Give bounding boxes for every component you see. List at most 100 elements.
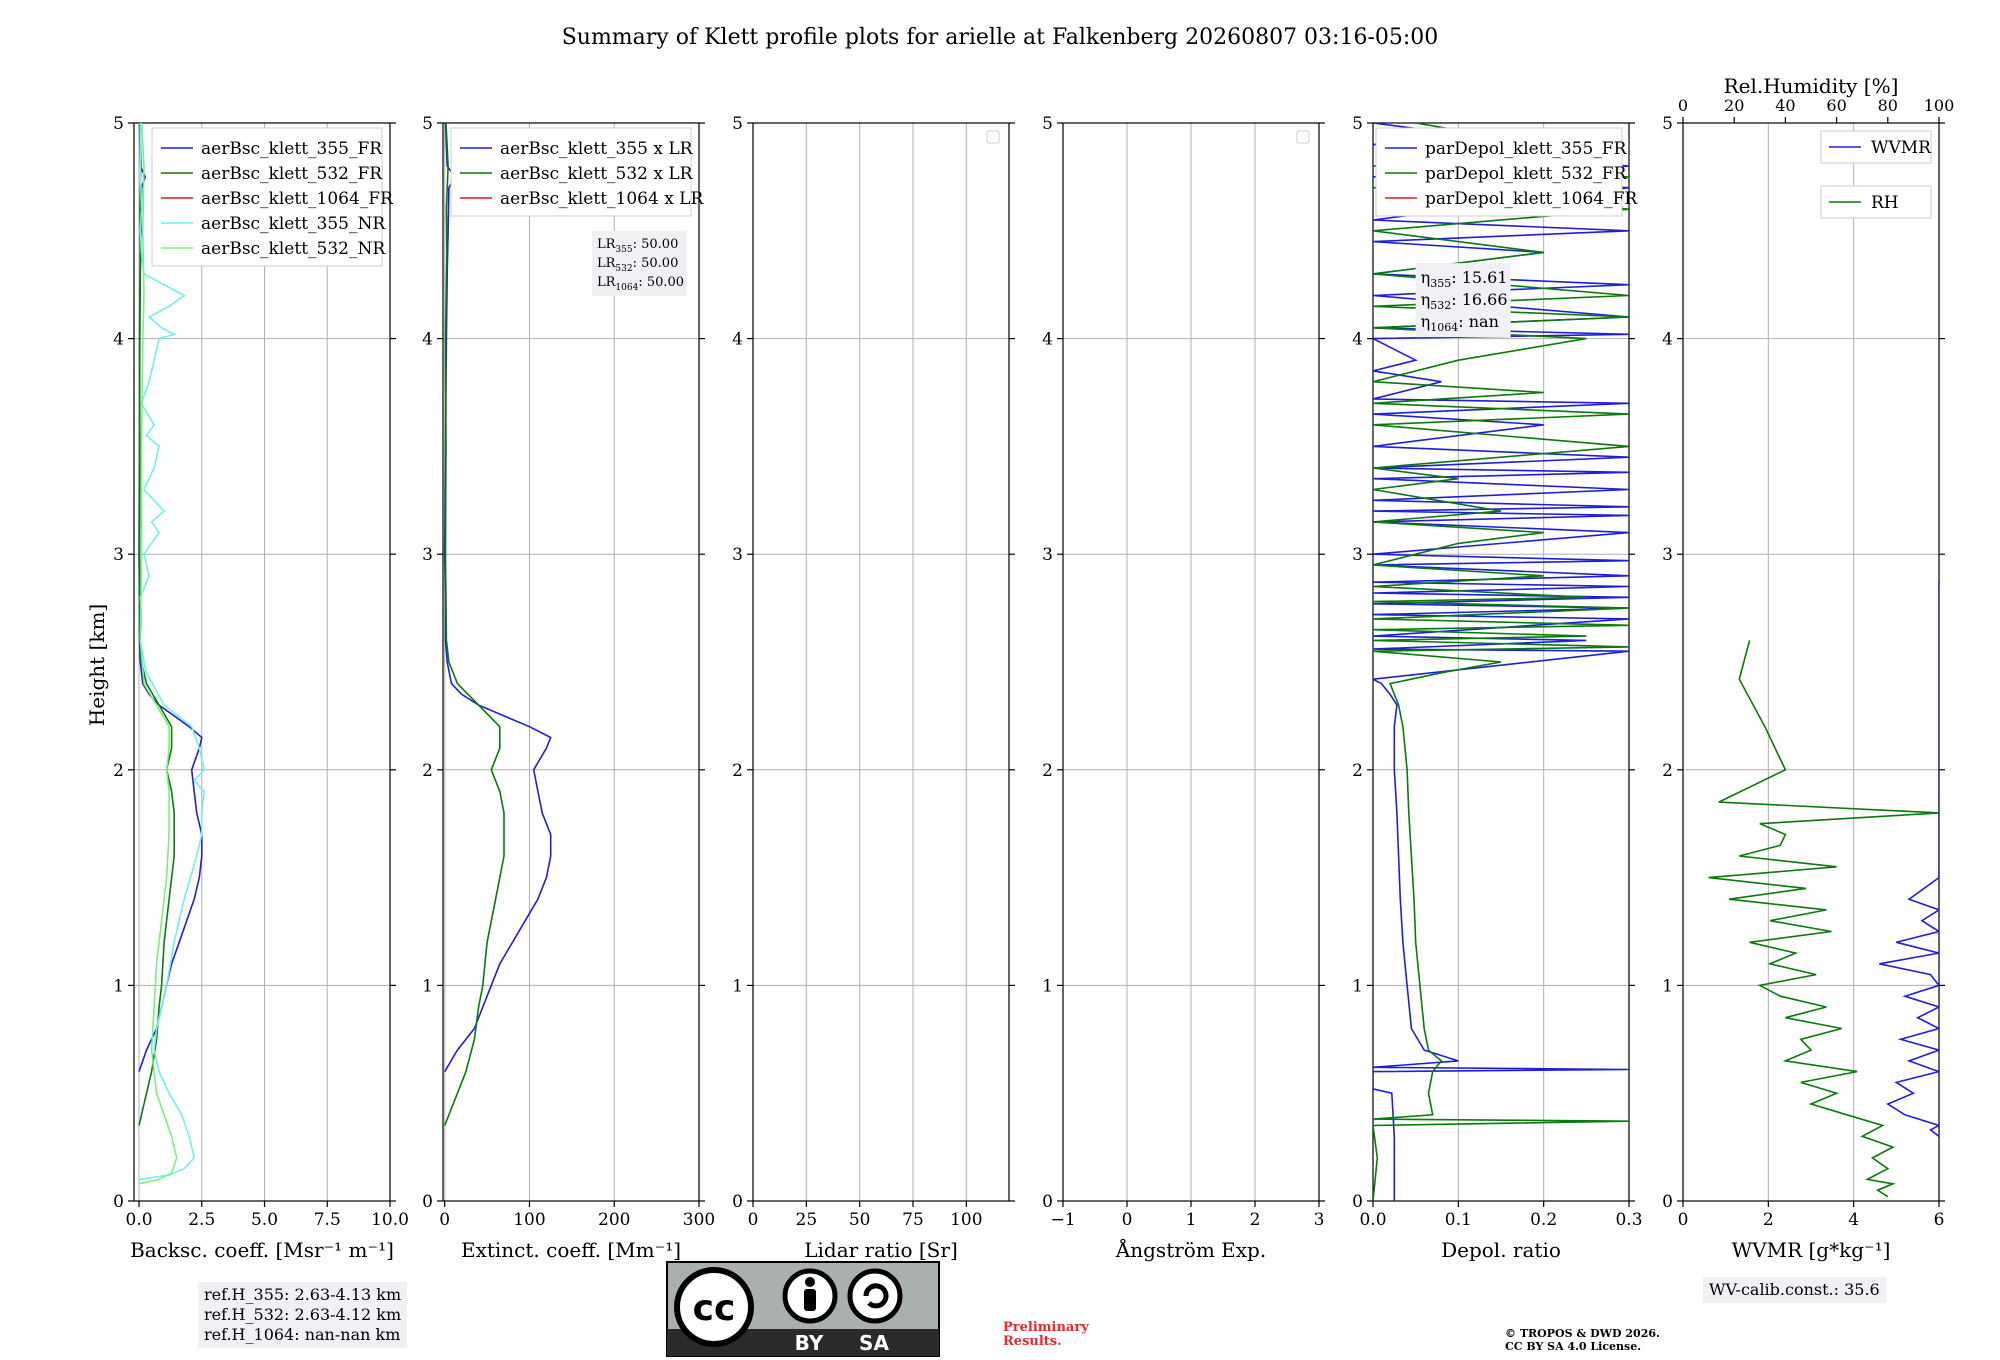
by-icon-body <box>804 1289 816 1311</box>
y-axis-label: Height [km] <box>85 604 109 726</box>
x-axis-label: Lidar ratio [Sr] <box>804 1238 958 1262</box>
plot-frame <box>133 122 391 1202</box>
x-tick-label: 0.3 <box>1615 1210 1642 1230</box>
copyright-note: © TROPOS & DWD 2026. CC BY SA 4.0 Licens… <box>1505 1327 1660 1353</box>
x-tick-label: 10.0 <box>371 1210 409 1230</box>
y-tick-label: 5 <box>1352 114 1363 134</box>
y-tick-label: 0 <box>422 1192 433 1212</box>
x-axis-label: Depol. ratio <box>1441 1238 1561 1262</box>
y-tick-label: 3 <box>422 545 433 565</box>
y-tick-label: 0 <box>732 1192 743 1212</box>
y-tick-label: 3 <box>113 545 124 565</box>
y-tick-label: 3 <box>1662 545 1673 565</box>
x-tick-label: 6 <box>1934 1210 1945 1230</box>
x-tick-label: 0.1 <box>1445 1210 1472 1230</box>
y-tick-label: 1 <box>422 976 433 996</box>
panel-lidar-ratio: 0 25 50 75 100 0 1 2 3 4 5 Lidar ratio [Sr] <box>732 114 1015 1262</box>
reference-heights-box: ref.H_355: 2.63-4.13 km ref.H_532: 2.63-… <box>198 1282 408 1348</box>
x-tick-label: 300 <box>683 1210 715 1230</box>
legend-label: aerBsc_klett_355_FR <box>201 139 383 159</box>
x-tick-label: 100 <box>513 1210 545 1230</box>
series-line-RH <box>1708 640 1939 1198</box>
y-tick-label: 1 <box>1662 976 1673 996</box>
series-line-WVMR <box>1879 580 1939 1137</box>
legend-label: aerBsc_klett_532_NR <box>201 239 386 259</box>
top-x-tick-label: 80 <box>1878 96 1898 115</box>
y-tick-label: 5 <box>732 114 743 134</box>
y-tick-label: 4 <box>113 330 124 350</box>
preliminary-line-2: Results. <box>1003 1334 1062 1349</box>
y-tick-label: 2 <box>113 761 124 781</box>
x-tick-label: 0.2 <box>1530 1210 1557 1230</box>
x-tick-label: −1 <box>1050 1210 1075 1230</box>
x-tick-label: 4 <box>1848 1210 1859 1230</box>
y-tick-label: 1 <box>732 976 743 996</box>
x-tick-label: 100 <box>950 1210 982 1230</box>
x-axis-label: WVMR [g*kg⁻¹] <box>1732 1238 1891 1262</box>
y-tick-label: 4 <box>1042 330 1053 350</box>
by-icon-head <box>805 1277 815 1287</box>
y-tick-label: 5 <box>113 114 124 134</box>
panel-water-vapor: 0 2 4 6012345WVMR [g*kg⁻¹]0 20 40 60 80 100Rel.H… <box>1662 74 1954 1262</box>
x-tick-label: 0.0 <box>1359 1210 1386 1230</box>
legend-label: aerBsc_klett_532_FR <box>201 164 383 184</box>
panel-backscatter: 0.0 2.5 5.0 7.5 10.0 0 1 2 3 4 5 Backsc. coeff. [Ms… <box>113 114 409 1262</box>
y-tick-label: 4 <box>1662 330 1673 350</box>
legend-label: parDepol_klett_532_FR <box>1425 164 1628 184</box>
y-tick-label: 3 <box>1352 545 1363 565</box>
x-tick-label: 0 <box>1122 1210 1133 1230</box>
klett-summary-figure: Summary of Klett profile plots for ariel… <box>85 25 1954 1357</box>
ref-height-1064: ref.H_1064: nan-nan km <box>204 1325 401 1344</box>
y-tick-label: 3 <box>1042 545 1053 565</box>
series-line-aerBsc_klett_355_NR <box>138 123 206 1181</box>
cc-by-sa-badge: cc BY SA <box>666 1261 940 1357</box>
legend-label: aerBsc_klett_532 x LR <box>500 164 694 184</box>
top-x-tick-label: 0 <box>1678 96 1688 115</box>
y-tick-label: 5 <box>1042 114 1053 134</box>
top-x-tick-label: 60 <box>1826 96 1846 115</box>
wv-calibration-box: WV-calib.const.: 35.6 <box>1703 1277 1886 1303</box>
x-tick-label: 0 <box>439 1210 450 1230</box>
y-tick-label: 1 <box>113 976 124 996</box>
plot-frame <box>752 122 1010 1202</box>
copyright-line-1: © TROPOS & DWD 2026. <box>1505 1327 1660 1340</box>
y-tick-label: 0 <box>1662 1192 1673 1212</box>
legend-label: aerBsc_klett_355_NR <box>201 214 386 234</box>
top-x-tick-label: 20 <box>1724 96 1744 115</box>
x-tick-label: 7.5 <box>314 1210 341 1230</box>
legend-label: WVMR <box>1871 138 1932 158</box>
panel-extinction: 0 100 200 300 0 1 2 3 4 5 Extinct. coeff. [Mm⁻¹] ae… <box>422 114 715 1262</box>
y-tick-label: 4 <box>732 330 743 350</box>
legend-label: RH <box>1871 193 1899 213</box>
preliminary-results-note: Preliminary Results. <box>1003 1321 1089 1349</box>
panel-depolarization: 0.0 0.1 0.2 0.3 0 1 2 3 4 5 Depol. ratio parDepol_k… <box>1352 114 1642 1262</box>
y-tick-label: 2 <box>1662 761 1673 781</box>
x-tick-label: 3 <box>1314 1210 1325 1230</box>
x-tick-label: 25 <box>796 1210 818 1230</box>
x-tick-label: 0 <box>748 1210 759 1230</box>
top-x-tick-label: 40 <box>1775 96 1795 115</box>
x-axis-label: Ångström Exp. <box>1115 1237 1266 1262</box>
legend-label: aerBsc_klett_355 x LR <box>500 139 694 159</box>
series-line-aerBsc_klett_355 x LR <box>443 123 552 1073</box>
y-tick-label: 1 <box>1042 976 1053 996</box>
y-tick-label: 4 <box>422 330 433 350</box>
y-tick-label: 0 <box>1352 1192 1363 1212</box>
y-tick-label: 2 <box>422 761 433 781</box>
cc-icon-letters: cc <box>693 1288 736 1329</box>
panel-angstrom: −1 0 1 2 3012345Ångström Exp. <box>1042 114 1325 1262</box>
x-tick-label: 2 <box>1763 1210 1774 1230</box>
empty-legend-box <box>1296 130 1310 144</box>
y-tick-label: 5 <box>1662 114 1673 134</box>
series-group <box>1708 580 1939 1198</box>
y-tick-label: 2 <box>732 761 743 781</box>
empty-legend-box <box>986 130 1000 144</box>
y-tick-label: 4 <box>1352 330 1363 350</box>
x-tick-label: 2 <box>1250 1210 1261 1230</box>
legend-label: parDepol_klett_1064_FR <box>1425 189 1638 209</box>
wv-calibration-constant: WV-calib.const.: 35.6 <box>1709 1280 1880 1299</box>
legend-label: parDepol_klett_355_FR <box>1425 139 1628 159</box>
badge-by-label: BY <box>795 1331 824 1355</box>
y-tick-label: 1 <box>1352 976 1363 996</box>
top-x-axis-label: Rel.Humidity [%] <box>1724 74 1899 98</box>
